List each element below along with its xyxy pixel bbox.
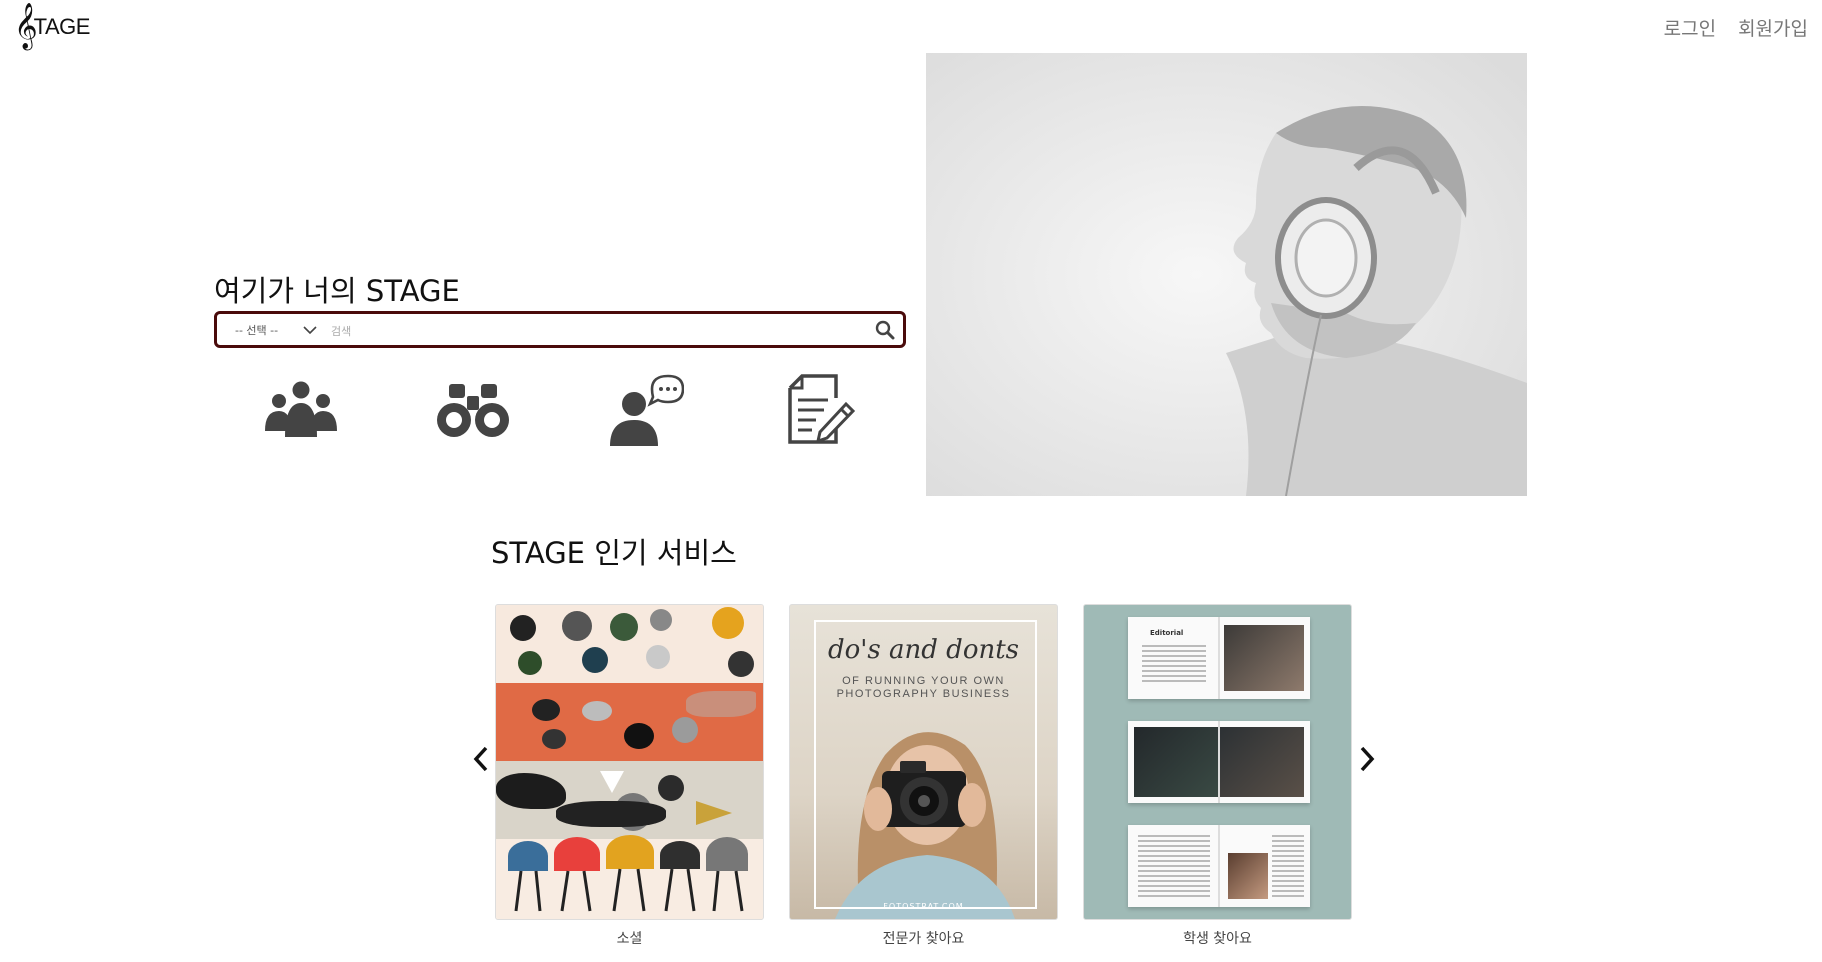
magazine-heading: Editorial — [1150, 629, 1184, 637]
logo[interactable]: 𝄞 TAGE — [14, 6, 90, 46]
service-card-image — [495, 604, 764, 920]
service-card-label: 소셜 — [616, 931, 643, 947]
service-card-expert[interactable]: do's and donts OF RUNNING YOUR OWN PHOTO… — [789, 604, 1058, 948]
collage-legs — [514, 868, 744, 912]
signup-link[interactable]: 회원가입 — [1738, 14, 1808, 41]
category-search[interactable] — [428, 370, 518, 450]
carousel-next-button[interactable] — [1352, 744, 1382, 774]
login-link[interactable]: 로그인 — [1664, 14, 1716, 41]
category-request[interactable] — [776, 370, 866, 450]
search-icon — [875, 320, 895, 339]
logo-text: TAGE — [33, 14, 91, 39]
headphone-man-illustration — [926, 53, 1527, 496]
hero-tagline: 여기가 너의 STAGE — [214, 274, 460, 308]
chevron-down-icon — [303, 325, 317, 334]
popular-services-title: STAGE 인기 서비스 — [491, 536, 737, 570]
search-button[interactable] — [867, 314, 903, 345]
poster-subtitle: OF RUNNING YOUR OWN PHOTOGRAPHY BUSINESS — [836, 675, 1011, 700]
service-card-social[interactable]: 소셜 — [495, 604, 764, 948]
chevron-right-icon — [1360, 746, 1375, 772]
category-select[interactable]: -- 선택 -- — [217, 314, 325, 345]
search-input[interactable] — [325, 321, 867, 338]
service-card-label: 학생 찾아요 — [1183, 931, 1252, 947]
category-select-value: -- 선택 -- — [235, 323, 279, 337]
service-card-student[interactable]: Editorial 학생 찾아요 — [1083, 604, 1352, 948]
category-group[interactable] — [256, 370, 346, 450]
service-card-image: do's and donts OF RUNNING YOUR OWN PHOTO… — [789, 604, 1058, 920]
service-card-image: Editorial — [1083, 604, 1352, 920]
carousel-prev-button[interactable] — [466, 744, 496, 774]
search-bar: -- 선택 -- — [214, 311, 906, 348]
group-icon — [265, 381, 337, 437]
poster-credit: FOTOSTRAT.COM — [883, 902, 964, 911]
top-nav: 로그인 회원가입 — [1664, 14, 1808, 41]
magazine-spread — [1128, 825, 1310, 907]
chevron-left-icon — [473, 746, 488, 772]
magazine-spread: Editorial — [1128, 617, 1310, 699]
magazine-spread — [1128, 721, 1310, 803]
hero-image — [926, 53, 1527, 496]
binoculars-icon — [437, 384, 509, 437]
poster-script-title: do's and donts — [827, 635, 1020, 665]
document-edit-icon — [788, 374, 856, 444]
service-card-label: 전문가 찾아요 — [882, 931, 965, 947]
user-chat-icon — [610, 374, 684, 446]
category-consult[interactable] — [602, 370, 692, 450]
